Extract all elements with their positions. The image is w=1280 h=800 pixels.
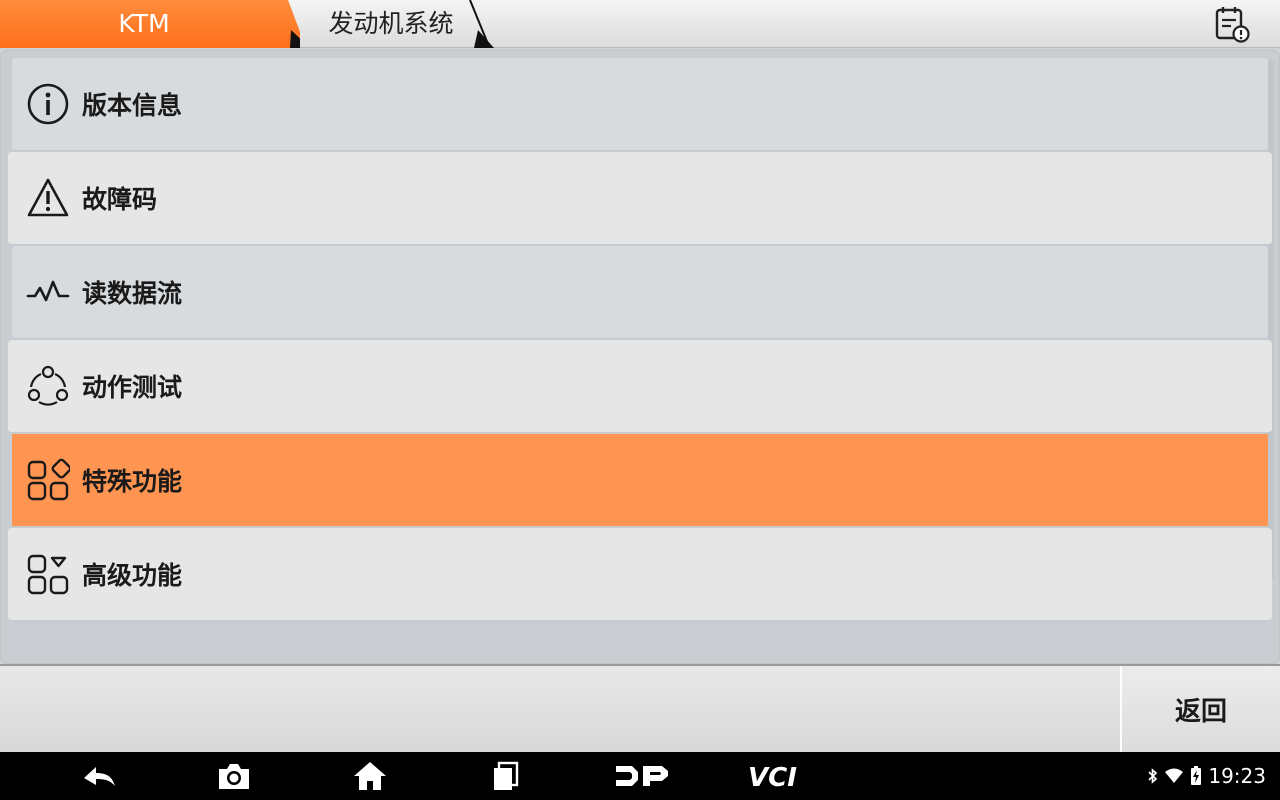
bottom-bar: 返回: [0, 664, 1280, 752]
report-icon[interactable]: [1212, 4, 1252, 44]
menu-item-special-functions[interactable]: 特殊功能: [12, 434, 1268, 527]
info-icon: [26, 82, 70, 126]
menu-item-label: 故障码: [82, 185, 158, 214]
recents-icon[interactable]: [490, 760, 522, 792]
home-icon[interactable]: [352, 760, 388, 792]
menu-item-label: 动作测试: [82, 373, 183, 402]
menu-scrollbar[interactable]: [1268, 60, 1274, 580]
special-function-icon: [26, 458, 70, 502]
app-root: KTM 发动机系统 版本信息 故障码 读数据流 动作测试 特殊功能 高级功能 返…: [0, 0, 1280, 800]
warning-icon: [26, 176, 70, 220]
system-nav-bar: VCI 19:23: [0, 752, 1280, 800]
menu-item-label: 特殊功能: [82, 467, 183, 496]
status-area: 19:23: [1148, 752, 1266, 800]
menu-item-label: 版本信息: [82, 91, 183, 120]
menu-item-label: 读数据流: [82, 279, 183, 308]
menu-item-actuation-test[interactable]: 动作测试: [8, 340, 1272, 433]
menu-item-fault-codes[interactable]: 故障码: [8, 152, 1272, 245]
back-button[interactable]: 返回: [1120, 666, 1280, 752]
breadcrumb-brand[interactable]: KTM: [0, 0, 300, 48]
bluetooth-icon: [1148, 768, 1158, 784]
back-icon[interactable]: [80, 760, 120, 792]
menu-item-advanced-functions[interactable]: 高级功能: [8, 528, 1272, 621]
breadcrumb-brand-label: KTM: [118, 9, 170, 38]
breadcrumb-system-label: 发动机系统: [328, 9, 454, 38]
advanced-function-icon: [26, 552, 70, 596]
battery-icon: [1191, 766, 1202, 785]
vci-label: VCI: [748, 763, 797, 792]
breadcrumb-system[interactable]: 发动机系统: [288, 0, 498, 48]
waveform-icon: [26, 270, 70, 314]
menu-item-label: 高级功能: [82, 561, 183, 590]
status-time: 19:23: [1208, 764, 1266, 788]
cycle-icon: [26, 364, 70, 408]
menu-item-version-info[interactable]: 版本信息: [12, 58, 1268, 151]
top-bar: KTM 发动机系统: [0, 0, 1280, 48]
menu-item-data-stream[interactable]: 读数据流: [12, 246, 1268, 339]
vci-icon[interactable]: VCI: [746, 760, 810, 792]
dp-icon[interactable]: [612, 760, 672, 792]
screenshot-icon[interactable]: [216, 760, 252, 792]
wifi-icon: [1165, 768, 1184, 783]
